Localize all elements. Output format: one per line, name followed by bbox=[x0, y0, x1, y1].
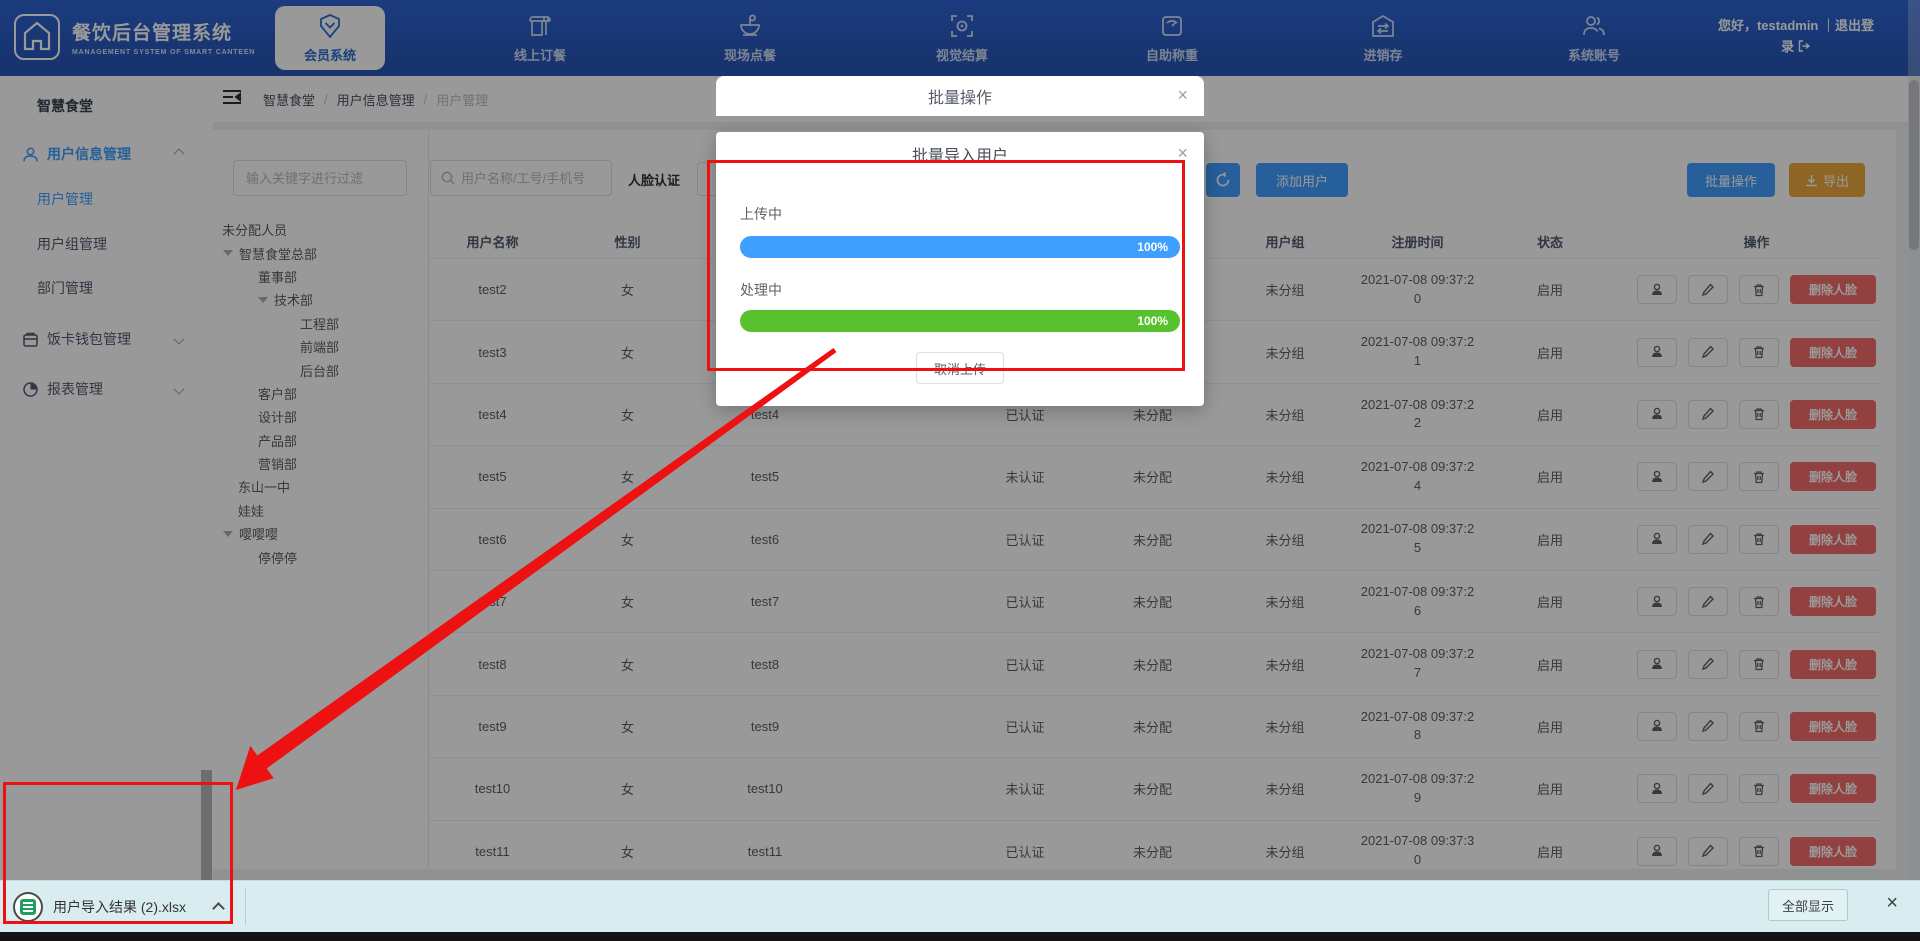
download-shelf-close-icon[interactable]: × bbox=[1886, 893, 1898, 913]
app-root: 餐饮后台管理系统 MANAGEMENT SYSTEM OF SMART CANT… bbox=[0, 0, 1920, 941]
upload-progress-bar: 100% bbox=[740, 236, 1180, 258]
batch-operation-dialog-title: 批量操作 bbox=[928, 84, 992, 108]
downloaded-file-item[interactable]: 用户导入结果 (2).xlsx bbox=[13, 892, 186, 922]
batch-dialog-close-icon[interactable]: × bbox=[1177, 86, 1188, 104]
batch-operation-dialog-titlebar: 批量操作 × bbox=[716, 76, 1204, 116]
process-progress-bar: 100% bbox=[740, 310, 1180, 332]
batch-import-dialog-title: 批量导入用户 bbox=[716, 142, 1204, 166]
excel-file-icon bbox=[13, 892, 43, 922]
download-item-separator bbox=[245, 889, 246, 925]
batch-import-dialog: 批量导入用户 × 上传中 100% 处理中 100% 取消上传 bbox=[716, 132, 1204, 406]
process-progress-value: 100% bbox=[1137, 314, 1168, 328]
taskbar-edge bbox=[0, 932, 1920, 941]
show-all-downloads-button[interactable]: 全部显示 bbox=[1768, 889, 1848, 921]
uploading-label: 上传中 bbox=[740, 204, 782, 224]
processing-label: 处理中 bbox=[740, 280, 782, 300]
download-shelf: 用户导入结果 (2).xlsx 全部显示 × bbox=[0, 880, 1920, 932]
downloaded-file-name: 用户导入结果 (2).xlsx bbox=[53, 897, 186, 917]
download-item-chevron-icon[interactable] bbox=[212, 902, 225, 915]
upload-progress-value: 100% bbox=[1137, 240, 1168, 254]
cancel-upload-button[interactable]: 取消上传 bbox=[916, 352, 1004, 384]
import-dialog-close-icon[interactable]: × bbox=[1177, 144, 1188, 162]
